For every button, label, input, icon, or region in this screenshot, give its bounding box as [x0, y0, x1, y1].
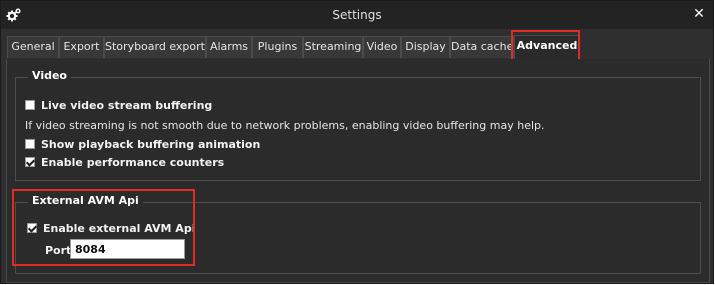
playback-animation-row: Show playback buffering animation — [25, 136, 260, 152]
port-label: Port — [45, 243, 72, 257]
enable-avm-row: Enable external AVM Api — [27, 220, 195, 236]
tab-bar: General Export Storyboard export Alarms … — [6, 34, 710, 60]
playback-animation-checkbox[interactable] — [25, 139, 35, 149]
performance-counters-label: Enable performance counters — [41, 155, 225, 169]
live-buffering-checkbox[interactable] — [25, 100, 35, 110]
tab-general[interactable]: General — [7, 36, 59, 58]
port-label-row: Port — [45, 242, 71, 258]
video-group-title: Video — [28, 69, 71, 82]
tab-display[interactable]: Display — [401, 36, 450, 58]
tab-advanced[interactable]: Advanced — [514, 35, 580, 59]
tab-data-cache[interactable]: Data cache — [450, 36, 514, 58]
performance-counters-checkbox[interactable] — [25, 157, 35, 167]
tab-video[interactable]: Video — [363, 36, 401, 58]
live-buffering-label: Live video stream buffering — [41, 98, 213, 112]
window-title: Settings — [332, 8, 382, 22]
title-bar: Settings ✕ — [1, 1, 713, 29]
avm-group-title: External AVM Api — [28, 194, 143, 207]
buffering-hint-row: If video streaming is not smooth due to … — [25, 117, 545, 133]
advanced-panel: Video Live video stream buffering If vid… — [6, 59, 710, 283]
tab-storyboard-export[interactable]: Storyboard export — [104, 36, 206, 58]
settings-window: Settings ✕ General Export Storyboard exp… — [0, 0, 714, 284]
live-buffering-row: Live video stream buffering — [25, 97, 212, 113]
port-input[interactable] — [70, 239, 185, 259]
performance-counters-row: Enable performance counters — [25, 154, 224, 170]
enable-avm-label: Enable external AVM Api — [43, 221, 196, 235]
avm-group: External AVM Api — [15, 194, 701, 274]
tab-alarms[interactable]: Alarms — [206, 36, 252, 58]
enable-avm-checkbox[interactable] — [27, 223, 37, 233]
tab-plugins[interactable]: Plugins — [252, 36, 303, 58]
buffering-hint: If video streaming is not smooth due to … — [25, 118, 545, 132]
tab-streaming[interactable]: Streaming — [303, 36, 363, 58]
close-icon[interactable]: ✕ — [691, 6, 707, 22]
playback-animation-label: Show playback buffering animation — [41, 137, 261, 151]
tab-export[interactable]: Export — [59, 36, 104, 58]
